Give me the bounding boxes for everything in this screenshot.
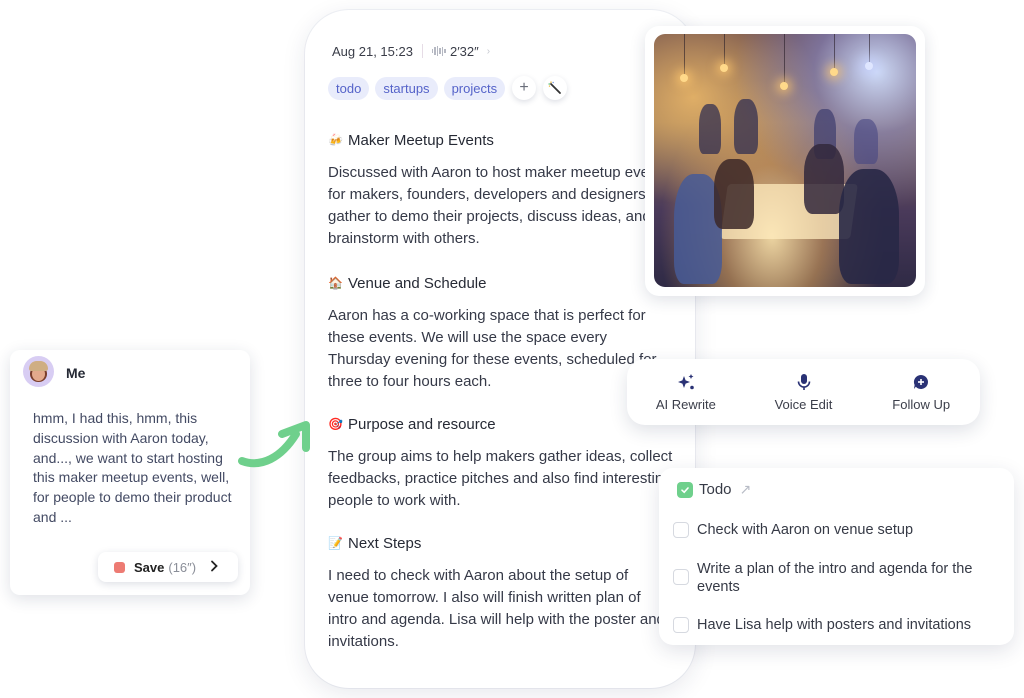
add-tag-button[interactable]: +: [512, 76, 537, 100]
section-body: The group aims to help makers gather ide…: [328, 448, 673, 509]
audio-duration[interactable]: 2′32″: [450, 44, 479, 59]
section-title: Next Steps: [348, 534, 422, 552]
avatar: [23, 356, 54, 387]
todo-item-text: Write a plan of the intro and agenda for…: [697, 561, 973, 595]
follow-up-button[interactable]: Follow Up: [862, 359, 980, 425]
chevron-right-icon: [210, 559, 218, 575]
tag-list: todo startups projects +: [328, 76, 568, 100]
image-card[interactable]: [645, 26, 925, 296]
todo-item-text: Have Lisa help with posters and invitati…: [697, 617, 972, 633]
chevron-right-icon[interactable]: ›: [487, 46, 490, 57]
note-meta: Aug 21, 15:23 2′32″ ›: [332, 42, 490, 60]
memo-icon: 📝: [328, 536, 343, 550]
tag-todo[interactable]: todo: [328, 76, 370, 100]
todo-checkbox[interactable]: [673, 522, 689, 538]
action-bar: AI Rewrite Voice Edit Follow Up: [627, 359, 980, 425]
note-section: 🍻 Maker Meetup Events Discussed with Aar…: [328, 130, 673, 250]
section-title: Venue and Schedule: [348, 274, 487, 292]
section-title: Maker Meetup Events: [348, 131, 494, 149]
section-heading: 🏠 Venue and Schedule: [328, 273, 673, 293]
note-section: 🎯 Purpose and resource The group aims to…: [328, 414, 673, 512]
target-icon: 🎯: [328, 417, 343, 431]
section-heading: 🎯 Purpose and resource: [328, 414, 673, 434]
follow-up-label: Follow Up: [892, 396, 951, 412]
section-heading: 📝 Next Steps: [328, 533, 673, 553]
todo-title: Todo: [699, 481, 732, 498]
recording-stop-icon: [114, 561, 125, 573]
note-timestamp: Aug 21, 15:23: [332, 43, 413, 59]
todo-card: Todo ↗ Check with Aaron on venue setup W…: [659, 468, 1014, 645]
section-title: Purpose and resource: [348, 415, 496, 433]
speaker-name: Me: [66, 365, 86, 381]
note-section: 🏠 Venue and Schedule Aaron has a co-work…: [328, 273, 673, 393]
ai-rewrite-label: AI Rewrite: [655, 396, 716, 412]
todo-header: Todo ↗: [677, 481, 751, 498]
magic-wand-icon: [548, 81, 561, 94]
tag-projects[interactable]: projects: [443, 76, 506, 100]
section-body: Aaron has a co-working space that is per…: [328, 307, 657, 390]
section-body: Discussed with Aaron to host maker meetu…: [328, 164, 670, 247]
section-heading: 🍻 Maker Meetup Events: [328, 130, 673, 150]
save-button[interactable]: Save (16″): [98, 552, 238, 582]
meetup-illustration: [654, 34, 916, 287]
todo-item: Write a plan of the intro and agenda for…: [673, 560, 1003, 596]
todo-checkbox[interactable]: [673, 617, 689, 633]
beer-mugs-icon: 🍻: [328, 133, 343, 147]
todo-item: Check with Aaron on venue setup: [673, 521, 1003, 539]
save-duration: (16″): [168, 559, 197, 575]
divider: [421, 44, 423, 58]
note-section: 📝 Next Steps I need to check with Aaron …: [328, 533, 673, 653]
voice-edit-label: Voice Edit: [774, 396, 833, 412]
magic-wand-button[interactable]: [543, 76, 568, 100]
voice-memo-card: Me hmm, I had this, hmm, this discussion…: [10, 350, 250, 595]
house-icon: 🏠: [328, 276, 343, 290]
sparkles-icon: [677, 373, 695, 391]
tag-startups[interactable]: startups: [375, 76, 438, 100]
curved-arrow-icon: [238, 421, 310, 468]
chat-plus-icon: [912, 373, 930, 391]
todo-item: Have Lisa help with posters and invitati…: [673, 616, 1003, 634]
save-label: Save: [134, 559, 165, 575]
open-external-icon[interactable]: ↗: [740, 481, 752, 498]
microphone-icon: [795, 373, 813, 391]
voice-edit-button[interactable]: Voice Edit: [745, 359, 863, 425]
checkbox-checked-icon: [677, 481, 693, 498]
todo-checkbox[interactable]: [673, 569, 689, 585]
transcript-text: hmm, I had this, hmm, this discussion wi…: [33, 410, 232, 525]
section-body: I need to check with Aaron about the set…: [328, 567, 665, 650]
todo-item-text: Check with Aaron on venue setup: [697, 522, 914, 538]
ai-rewrite-button[interactable]: AI Rewrite: [627, 359, 745, 425]
audio-waveform-icon: [431, 46, 446, 56]
